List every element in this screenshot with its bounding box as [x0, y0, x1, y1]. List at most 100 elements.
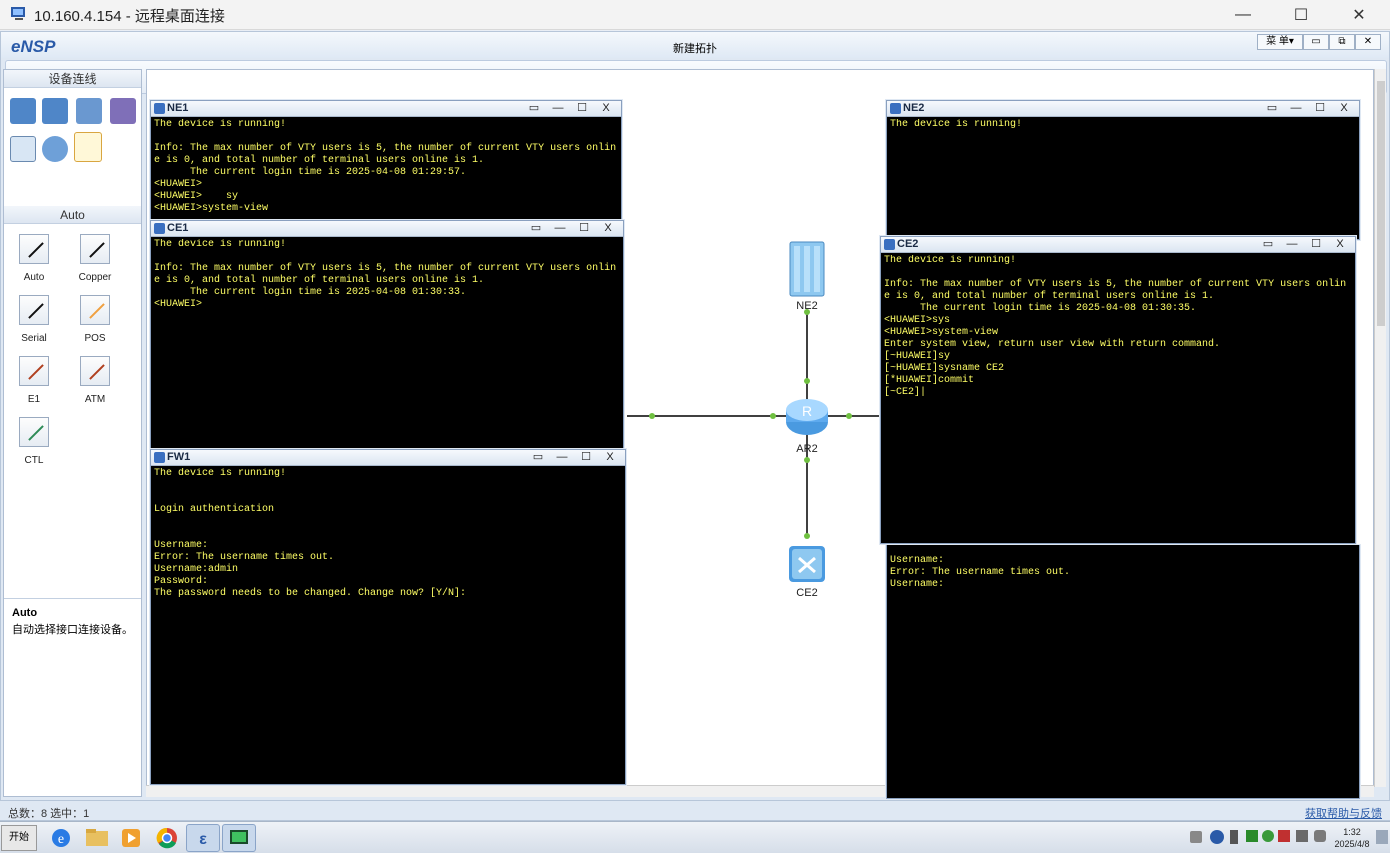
- console-ne1-output[interactable]: The device is running! Info: The max num…: [154, 119, 618, 219]
- console-maximize-button[interactable]: ☐: [571, 101, 593, 116]
- console-ce2-title: CE2: [897, 238, 919, 250]
- console-icon: [154, 452, 165, 463]
- console-restore-button[interactable]: ▭: [525, 221, 547, 236]
- router-category-icon[interactable]: [10, 98, 36, 124]
- display-tray-icon[interactable]: [1296, 830, 1308, 842]
- console-restore-button[interactable]: ▭: [1257, 237, 1279, 252]
- tray-clock[interactable]: 1:32 2025/4/8: [1332, 826, 1372, 850]
- close-button[interactable]: ✕: [1330, 0, 1388, 30]
- device-palette-header: 设备连线: [4, 70, 141, 88]
- console-ce2-titlebar[interactable]: CE2 ▭ — ☐ X: [881, 237, 1355, 253]
- console-ne1[interactable]: NE1 ▭ — ☐ X The device is running! Info:…: [150, 100, 622, 222]
- console-restore-button[interactable]: ▭: [523, 101, 545, 116]
- auto-link-icon[interactable]: [19, 234, 49, 264]
- ce2-switch-icon[interactable]: [787, 544, 827, 586]
- link-description-title: Auto: [12, 607, 38, 619]
- cloud-category-icon[interactable]: [42, 136, 68, 162]
- console-ce2-output[interactable]: The device is running! Info: The max num…: [884, 255, 1352, 541]
- console-ne2-titlebar[interactable]: NE2 ▭ — ☐ X: [887, 101, 1359, 117]
- notification-icon[interactable]: [1376, 830, 1388, 844]
- chrome-icon[interactable]: [150, 824, 184, 852]
- console-minimize-button[interactable]: —: [1285, 101, 1307, 116]
- serial-link-label: Serial: [21, 333, 47, 344]
- pos-link-icon[interactable]: [80, 295, 110, 325]
- port-dot: [804, 378, 810, 384]
- console-ce2[interactable]: CE2 ▭ — ☐ X The device is running! Info:…: [880, 236, 1356, 544]
- ensp-taskbar-icon[interactable]: ε: [186, 824, 220, 852]
- help-feedback-link[interactable]: 获取帮助与反馈: [1305, 805, 1382, 821]
- start-button[interactable]: 开始: [1, 825, 37, 851]
- pc-category-icon[interactable]: [10, 136, 36, 162]
- console-ce1-title: CE1: [167, 222, 189, 234]
- console-fw1-titlebar[interactable]: FW1 ▭ — ☐ X: [151, 450, 625, 466]
- media-player-icon[interactable]: [114, 824, 148, 852]
- console-ce1-titlebar[interactable]: CE1 ▭ — ☐ X: [151, 221, 623, 237]
- console-minimize-button[interactable]: —: [1281, 237, 1303, 252]
- volume-icon[interactable]: [1314, 830, 1326, 842]
- ctl-link-icon[interactable]: [19, 417, 49, 447]
- console-fw1-output[interactable]: The device is running! Login authenticat…: [154, 468, 622, 782]
- console-close-button[interactable]: X: [595, 101, 617, 116]
- console-ne2[interactable]: NE2 ▭ — ☐ X The device is running!: [886, 100, 1360, 240]
- console-restore-button[interactable]: ▭: [1261, 101, 1283, 116]
- copper-link-icon[interactable]: [80, 234, 110, 264]
- console-ne1-titlebar[interactable]: NE1 ▭ — ☐ X: [151, 101, 621, 117]
- console-maximize-button[interactable]: ☐: [1309, 101, 1331, 116]
- console-maximize-button[interactable]: ☐: [1305, 237, 1327, 252]
- copper-link-label: Copper: [78, 272, 112, 283]
- atm-link-icon[interactable]: [80, 356, 110, 386]
- console-close-button[interactable]: X: [597, 221, 619, 236]
- console-ne2-output[interactable]: The device is running!: [890, 119, 1356, 237]
- console-maximize-button[interactable]: ☐: [575, 450, 597, 465]
- e1-link-icon[interactable]: [19, 356, 49, 386]
- security-tray-icon[interactable]: [1262, 830, 1274, 842]
- keyboard-icon[interactable]: [1190, 831, 1202, 843]
- terminal-taskbar-icon[interactable]: [222, 824, 256, 852]
- wlan-category-icon[interactable]: [76, 98, 102, 124]
- console-fw2[interactable]: Username: Error: The username times out.…: [886, 545, 1360, 799]
- console-icon: [884, 239, 895, 250]
- switch-category-icon[interactable]: [42, 98, 68, 124]
- link-category-icon[interactable]: [74, 132, 102, 162]
- serial-link-icon[interactable]: [19, 295, 49, 325]
- ie-browser-icon[interactable]: e: [44, 824, 78, 852]
- port-dot: [770, 413, 776, 419]
- ne2-router-icon[interactable]: [787, 240, 827, 298]
- ensp-menu-group: 菜 单▾ ▭ ⧉ ✕: [1257, 34, 1381, 50]
- file-explorer-icon[interactable]: [80, 824, 114, 852]
- console-maximize-button[interactable]: ☐: [573, 221, 595, 236]
- console-close-button[interactable]: X: [1329, 237, 1351, 252]
- ensp-close-button[interactable]: ✕: [1355, 34, 1381, 50]
- firewall-category-icon[interactable]: [110, 98, 136, 124]
- main-menu-button[interactable]: 菜 单▾: [1257, 34, 1303, 50]
- console-minimize-button[interactable]: —: [549, 221, 571, 236]
- port-dot: [649, 413, 655, 419]
- vertical-scroll-thumb[interactable]: [1377, 81, 1385, 326]
- console-restore-button[interactable]: ▭: [527, 450, 549, 465]
- console-ce1-output[interactable]: The device is running! Info: The max num…: [154, 239, 620, 447]
- console-ce1[interactable]: CE1 ▭ — ☐ X The device is running! Info:…: [150, 220, 624, 450]
- maximize-button[interactable]: ☐: [1272, 0, 1330, 30]
- tray-expand-icon[interactable]: [1230, 830, 1238, 844]
- alert-tray-icon[interactable]: [1278, 830, 1290, 842]
- node-label-ce2: CE2: [796, 587, 818, 599]
- ar2-router-icon[interactable]: R: [783, 394, 831, 438]
- help-tray-icon[interactable]: [1210, 830, 1224, 844]
- rdp-window-title: 10.160.4.154 - 远程桌面连接: [34, 8, 225, 25]
- canvas-vertical-scrollbar[interactable]: [1374, 69, 1386, 787]
- network-tray-icon[interactable]: [1246, 830, 1258, 842]
- console-fw1[interactable]: FW1 ▭ — ☐ X The device is running! Login…: [150, 449, 626, 785]
- console-fw2-output[interactable]: Username: Error: The username times out.…: [890, 555, 1356, 796]
- console-close-button[interactable]: X: [599, 450, 621, 465]
- atm-link-label: ATM: [84, 394, 106, 405]
- ensp-minimize-button[interactable]: ▭: [1303, 34, 1329, 50]
- ctl-link-label: CTL: [24, 455, 44, 466]
- console-minimize-button[interactable]: —: [551, 450, 573, 465]
- selection-count: 总数：8 选中：1: [8, 808, 90, 820]
- ensp-restore-button[interactable]: ⧉: [1329, 34, 1355, 50]
- status-bar: 总数：8 选中：1 获取帮助与反馈: [0, 800, 1390, 820]
- console-minimize-button[interactable]: —: [547, 101, 569, 116]
- console-close-button[interactable]: X: [1333, 101, 1355, 116]
- clock-date: 2025/4/8: [1334, 839, 1370, 849]
- minimize-button[interactable]: —: [1214, 0, 1272, 30]
